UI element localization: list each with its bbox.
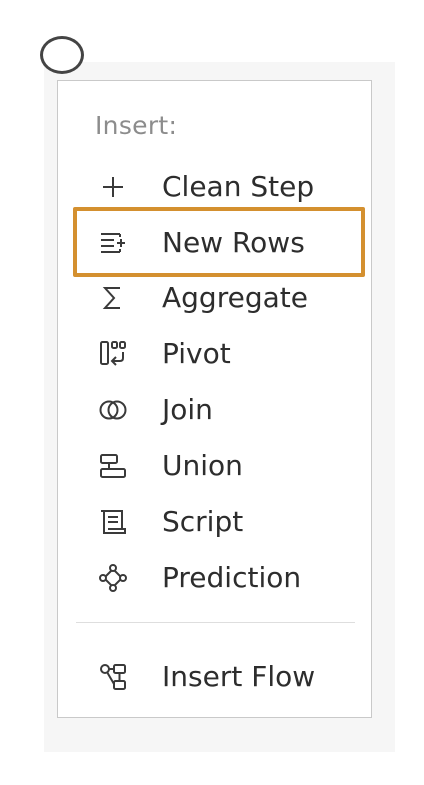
menu-item-label: Insert Flow — [162, 660, 316, 693]
menu-header: Insert: — [95, 111, 178, 140]
join-icon — [98, 395, 128, 425]
new-rows-icon — [98, 228, 128, 258]
menu-item-label: Union — [162, 449, 243, 482]
menu-item-prediction[interactable]: Prediction — [58, 553, 371, 603]
sigma-icon — [98, 283, 128, 313]
menu-item-clean-step[interactable]: Clean Step — [58, 162, 371, 212]
menu-item-label: Aggregate — [162, 281, 308, 314]
menu-item-new-rows[interactable]: New Rows — [58, 218, 371, 268]
pivot-icon — [98, 339, 128, 369]
menu-item-script[interactable]: Script — [58, 497, 371, 547]
menu-item-label: Script — [162, 505, 244, 538]
union-icon — [98, 451, 128, 481]
menu-item-pivot[interactable]: Pivot — [58, 329, 371, 379]
menu-item-insert-flow[interactable]: Insert Flow — [58, 652, 371, 702]
plus-icon — [98, 172, 128, 202]
menu-divider — [76, 622, 355, 623]
anchor-node-icon[interactable] — [40, 36, 84, 74]
menu-item-label: Pivot — [162, 337, 231, 370]
script-icon — [98, 507, 128, 537]
menu-item-join[interactable]: Join — [58, 385, 371, 435]
menu-item-label: Clean Step — [162, 170, 315, 203]
menu-item-label: New Rows — [162, 226, 305, 259]
insert-context-menu: Insert: Clean Step New Rows Aggregate Pi… — [57, 80, 372, 718]
prediction-icon — [98, 563, 128, 593]
menu-item-label: Join — [162, 393, 213, 426]
menu-item-union[interactable]: Union — [58, 441, 371, 491]
insert-flow-icon — [98, 662, 128, 692]
menu-item-label: Prediction — [162, 561, 302, 594]
screen: Insert: Clean Step New Rows Aggregate Pi… — [0, 0, 424, 785]
menu-item-aggregate[interactable]: Aggregate — [58, 273, 371, 323]
